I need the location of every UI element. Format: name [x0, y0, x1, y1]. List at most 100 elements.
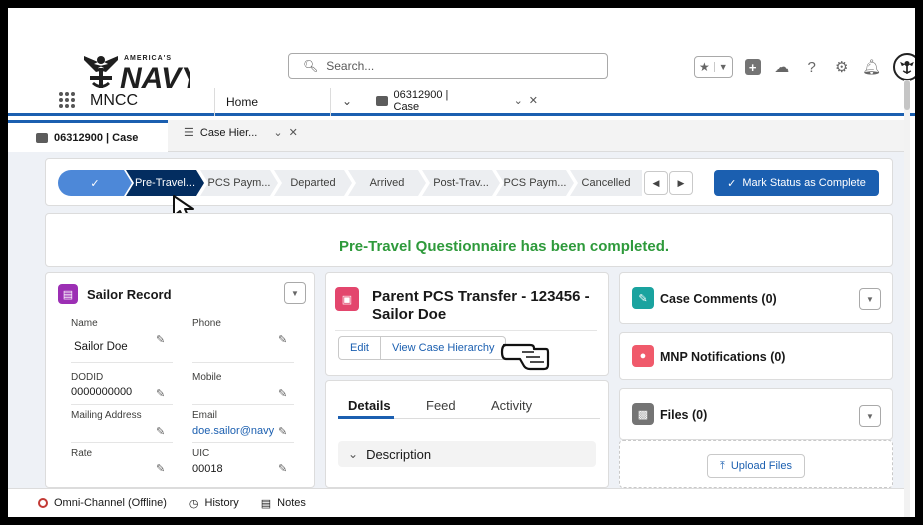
help-icon[interactable]: ? [803, 58, 821, 76]
tab-menu-chevron-icon[interactable]: ⌄ [514, 94, 523, 107]
edit-email-pencil-icon[interactable]: ✎ [278, 425, 287, 438]
global-actions-plus-icon[interactable]: + [744, 59, 761, 75]
files-menu-button[interactable]: ▼ [859, 405, 881, 427]
edit-rate-pencil-icon[interactable]: ✎ [156, 462, 165, 475]
email-value-link[interactable]: doe.sailor@navy [192, 425, 274, 437]
tab-activity[interactable]: Activity [491, 398, 532, 413]
edit-mobile-pencil-icon[interactable]: ✎ [278, 387, 287, 400]
app-name: MNCC [90, 92, 138, 109]
subtab-case-label: 06312900 | Case [54, 131, 139, 144]
uic-value: 00018 [192, 463, 223, 475]
bell-icon[interactable]: 🔔︎ [862, 58, 881, 76]
path-step-arrived[interactable]: Arrived [348, 170, 426, 196]
upload-icon: ⤒ [719, 459, 725, 472]
page-scrollbar[interactable] [904, 80, 910, 517]
uic-label: UIC [192, 448, 210, 459]
header-divider [335, 330, 597, 331]
field-divider [192, 442, 294, 443]
utility-bar: Omni-Channel (Offline) ◷ History ▤ Notes [8, 488, 904, 517]
omni-channel-label: Omni-Channel (Offline) [54, 497, 167, 509]
edit-button[interactable]: Edit [339, 337, 380, 359]
subtab-chevron-icon[interactable]: ⌄ [273, 126, 282, 139]
case-comments-menu-button[interactable]: ▼ [859, 288, 881, 310]
field-divider [192, 362, 294, 363]
edit-name-pencil-icon[interactable]: ✎ [156, 333, 165, 346]
status-message-card: Pre-Travel Questionnaire has been comple… [45, 213, 893, 267]
edit-phone-pencil-icon[interactable]: ✎ [278, 333, 287, 346]
scrollbar-thumb[interactable] [904, 80, 910, 110]
mark-complete-label: Mark Status as Complete [742, 177, 866, 189]
path-step-pcs-payment-2[interactable]: PCS Paym... [496, 170, 574, 196]
path-scroll-right-button[interactable]: ▶ [669, 171, 693, 195]
close-tab-icon[interactable]: ✕ [529, 94, 538, 107]
notes-label: Notes [277, 497, 306, 509]
omni-channel-utility[interactable]: Omni-Channel (Offline) [38, 497, 167, 509]
chevron-down-icon: ▼ [291, 288, 299, 298]
notification-bell-icon: ● [632, 345, 654, 367]
path-step-completed[interactable]: ✓ [58, 170, 132, 196]
path-step-departed[interactable]: Departed [274, 170, 352, 196]
upload-files-label: Upload Files [730, 460, 792, 472]
sailor-record-menu-button[interactable]: ▼ [284, 282, 306, 304]
nav-case-tab-label: 06312900 | Case [393, 88, 449, 113]
name-label: Name [71, 318, 98, 329]
app-launcher-icon[interactable] [59, 92, 75, 108]
active-tab-indicator [338, 416, 394, 419]
status-message-text: Pre-Travel Questionnaire has been comple… [338, 238, 670, 255]
path-step-pre-travel[interactable]: Pre-Travel... [126, 170, 204, 196]
tab-details[interactable]: Details [348, 398, 391, 413]
hand-pointer-icon [500, 343, 550, 371]
left-arrow-icon: ◀ [652, 177, 660, 188]
search-icon: 🔍︎ [303, 59, 319, 73]
path-step-post-travel[interactable]: Post-Trav... [422, 170, 500, 196]
upload-files-button[interactable]: ⤒ Upload Files [707, 454, 805, 478]
file-icon: ▩ [632, 403, 654, 425]
mark-status-complete-button[interactable]: ✓ Mark Status as Complete [714, 170, 879, 196]
hierarchy-icon: ☰ [184, 127, 194, 139]
path-step-pcs-payment-1[interactable]: PCS Paym... [200, 170, 278, 196]
search-placeholder: Search... [326, 59, 375, 73]
history-utility[interactable]: ◷ History [189, 497, 239, 510]
field-divider [71, 362, 173, 363]
chevron-down-icon: ▼ [713, 62, 732, 72]
chevron-down-icon: ▼ [866, 411, 874, 421]
user-avatar[interactable] [892, 53, 915, 81]
nav-case-tab[interactable]: 06312900 | Case ⌄ ✕ [368, 88, 538, 116]
path-scroll-left-button[interactable]: ◀ [644, 171, 668, 195]
view-case-hierarchy-button[interactable]: View Case Hierarchy [379, 337, 506, 359]
subtab-case-hierarchy[interactable]: ☰ Case Hier... ⌄ ✕ [184, 126, 298, 140]
edit-uic-pencil-icon[interactable]: ✎ [278, 462, 287, 475]
path-step-cancelled[interactable]: Cancelled [570, 170, 642, 196]
mobile-label: Mobile [192, 372, 222, 383]
tab-feed[interactable]: Feed [426, 398, 456, 413]
subtab-case[interactable]: 06312900 | Case [8, 120, 168, 152]
global-search-input[interactable]: 🔍︎ Search... [288, 53, 608, 79]
files-title[interactable]: Files (0) [660, 408, 707, 422]
email-label: Email [192, 410, 218, 421]
mnp-notifications-title[interactable]: MNP Notifications (0) [660, 350, 785, 364]
field-divider [71, 442, 173, 443]
header-utility-icons: ★ ▼ + ☁ ? ⚙ 🔔︎ [694, 53, 915, 81]
nav-menu-chevron-icon[interactable]: ⌄ [342, 94, 352, 108]
history-label: History [204, 497, 239, 509]
case-action-buttons: Edit View Case Hierarchy [338, 336, 507, 360]
edit-mailing-pencil-icon[interactable]: ✎ [156, 425, 165, 438]
description-label: Description [366, 446, 432, 462]
nav-divider [330, 88, 331, 116]
chevron-down-icon: ▼ [866, 294, 874, 304]
app-frame: AMERICA'S NAVY 🔍︎ Search... ★ ▼ + ☁ ? ⚙ … [8, 8, 915, 517]
navy-logo[interactable]: AMERICA'S NAVY [80, 46, 190, 92]
star-icon: ★ [699, 60, 710, 74]
nav-divider [214, 88, 215, 116]
nav-home-tab[interactable]: Home [226, 95, 258, 109]
edit-dodid-pencil-icon[interactable]: ✎ [156, 387, 165, 400]
notes-utility[interactable]: ▤ Notes [261, 497, 306, 510]
close-subtab-icon[interactable]: ✕ [289, 126, 298, 139]
case-comments-title[interactable]: Case Comments (0) [660, 292, 777, 306]
trailhead-icon[interactable]: ☁ [773, 58, 791, 76]
notes-icon: ▤ [260, 497, 272, 510]
description-section-toggle[interactable]: ⌄ Description [338, 441, 596, 467]
favorites-button[interactable]: ★ ▼ [694, 56, 733, 78]
briefcase-icon [376, 95, 388, 106]
gear-icon[interactable]: ⚙ [833, 58, 851, 76]
